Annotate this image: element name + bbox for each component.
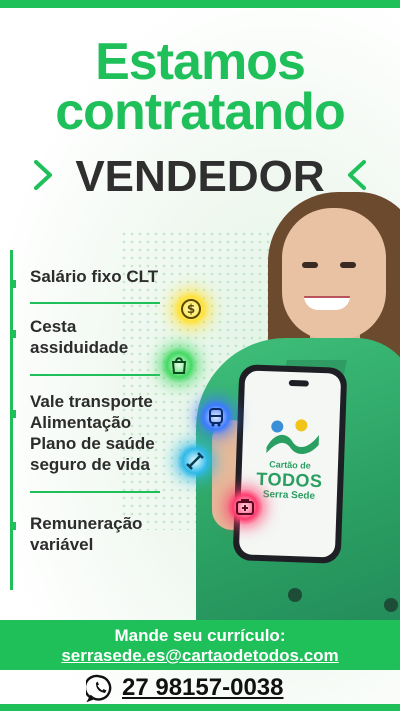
dollar-coin-icon: $: [172, 290, 210, 328]
benefit-divider: [30, 491, 160, 493]
benefit-divider: [30, 374, 160, 376]
headline-line2: contratando: [55, 83, 345, 141]
phone-number[interactable]: 27 98157-0038: [122, 674, 283, 702]
phone-screen: Cartão de TODOS Serra Sede: [238, 370, 342, 558]
benefit-item: Vale transporte Alimentação Plano de saú…: [30, 391, 155, 475]
rail-marker: [10, 522, 16, 530]
headline-line1: Estamos: [95, 33, 306, 91]
medical-kit-icon: [226, 488, 264, 526]
whatsapp-icon: [86, 674, 112, 702]
person-eye: [340, 262, 356, 268]
poster: Estamos contratando VENDEDOR Cartão de T…: [0, 0, 400, 711]
benefit-item: Cesta assiduidade: [30, 316, 128, 358]
email-link[interactable]: serrasede.es@cartaodetodos.com: [0, 646, 400, 666]
person-smile: [304, 296, 350, 310]
top-accent-bar: [0, 0, 400, 8]
person-face: [282, 208, 386, 340]
dumbbell-icon: [176, 442, 214, 480]
phone-notch: [288, 379, 309, 387]
chevron-left-icon: [348, 160, 366, 190]
bus-icon: [197, 398, 235, 436]
benefit-text: Cesta assiduidade: [30, 317, 129, 357]
benefits-rail: [10, 250, 13, 590]
jacket-button: [384, 598, 398, 612]
person-eye: [302, 262, 318, 268]
rail-marker: [10, 330, 16, 338]
shopping-bag-icon: [160, 346, 198, 384]
benefit-divider: [30, 302, 160, 304]
cartao-de-todos-logo-icon: [266, 419, 320, 454]
benefit-text: Salário fixo CLT: [30, 267, 159, 286]
benefit-text: Remuneração variável: [30, 514, 143, 554]
rail-marker: [10, 280, 16, 288]
footer-cta: Mande seu currículo:: [114, 626, 286, 645]
phone-mockup: Cartão de TODOS Serra Sede: [232, 364, 348, 564]
benefit-item: Salário fixo CLT: [30, 266, 158, 287]
rail-marker: [10, 410, 16, 418]
phone-contact[interactable]: 27 98157-0038: [0, 672, 400, 704]
svg-text:$: $: [187, 302, 195, 316]
jacket-button: [288, 588, 302, 602]
benefit-item: Remuneração variável: [30, 513, 142, 555]
bottom-accent-bar: [0, 704, 400, 711]
benefit-text: Vale transporte Alimentação Plano de saú…: [30, 392, 155, 474]
